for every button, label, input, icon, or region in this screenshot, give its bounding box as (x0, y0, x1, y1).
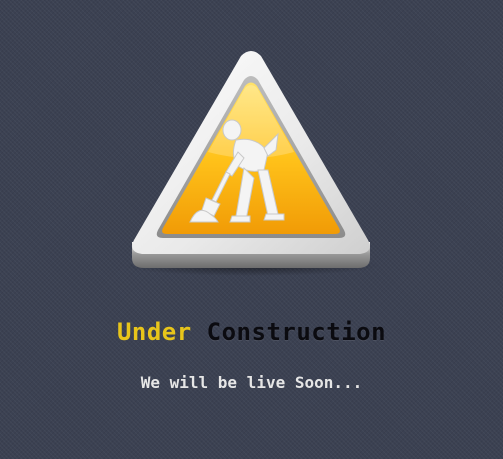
tagline-text: We will be live Soon... (140, 373, 363, 392)
construction-sign-graphic (123, 51, 379, 276)
construction-sign-icon (118, 44, 384, 280)
page-title: Under Construction (0, 314, 503, 350)
title-word-under: Under (116, 318, 192, 346)
title-word-construction: Construction (206, 318, 387, 346)
under-construction-page: Under Construction We will be live Soon.… (0, 0, 503, 459)
